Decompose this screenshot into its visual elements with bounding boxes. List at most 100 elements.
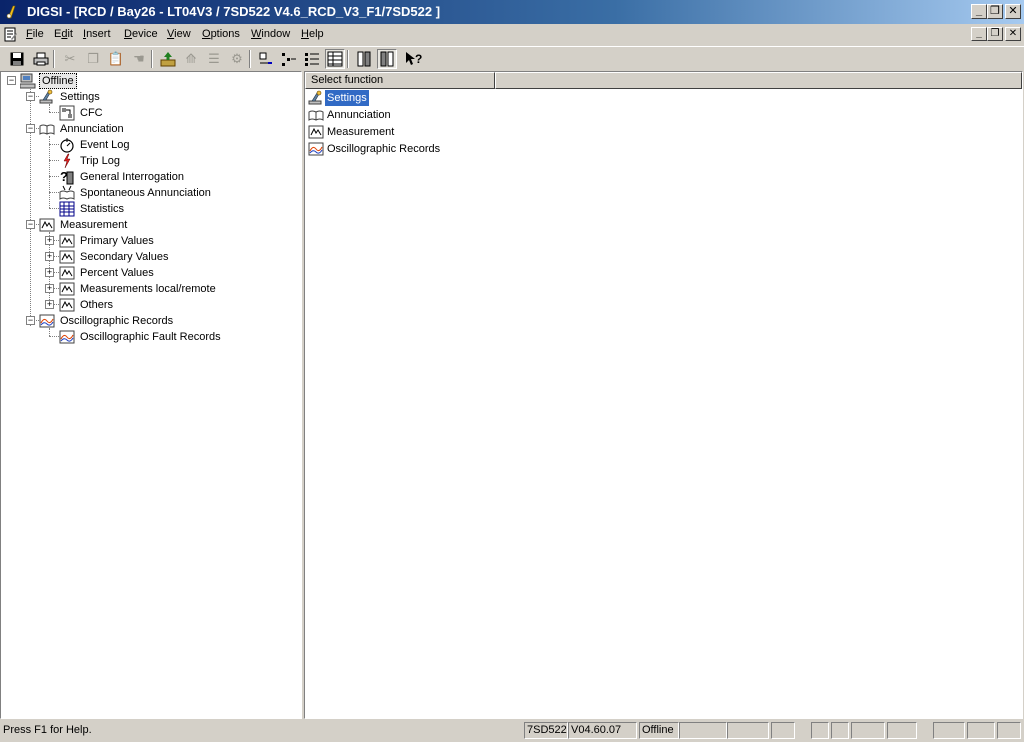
paste-icon[interactable]: 📋 bbox=[106, 49, 126, 69]
menu-file[interactable]: File bbox=[26, 28, 44, 40]
mdi-close-button[interactable]: ✕ bbox=[1005, 27, 1021, 41]
document-icon[interactable] bbox=[3, 27, 19, 43]
upload-icon[interactable] bbox=[158, 49, 178, 69]
settings-icon bbox=[39, 89, 53, 104]
measurement-icon bbox=[59, 298, 75, 312]
collapse-settings-toggle[interactable]: − bbox=[26, 92, 35, 101]
measurement-icon bbox=[59, 234, 75, 248]
tree-label: General Interrogation bbox=[80, 171, 184, 183]
menu-window[interactable]: Window bbox=[251, 28, 290, 40]
status-panel-empty bbox=[887, 722, 917, 739]
tree-label: Measurements local/remote bbox=[80, 283, 216, 295]
status-bar: Press F1 for Help. 7SD522 V04.60.07 Offl… bbox=[0, 720, 1024, 742]
column-header-select-function[interactable]: Select function bbox=[305, 72, 495, 89]
svg-text:?: ? bbox=[415, 52, 422, 66]
status-panel-empty bbox=[933, 722, 965, 739]
tree-label: Primary Values bbox=[80, 235, 154, 247]
status-panel-empty bbox=[997, 722, 1021, 739]
tools-icon[interactable]: ⚙ bbox=[227, 49, 247, 69]
list-item-label: Annunciation bbox=[327, 109, 391, 121]
column-header-empty[interactable] bbox=[495, 72, 1022, 89]
split-view-icon[interactable] bbox=[354, 49, 374, 69]
details-view-icon[interactable] bbox=[325, 49, 345, 69]
status-panel-empty bbox=[811, 722, 829, 739]
navigation-tree: − − − − − + + + + + Offline Settings CFC… bbox=[0, 71, 302, 719]
window-title: DIGSI - [RCD / Bay26 - LT04V3 / 7SD522 V… bbox=[27, 4, 441, 19]
export-icon[interactable]: ⟰ bbox=[181, 49, 201, 69]
status-help-text: Press F1 for Help. bbox=[3, 724, 92, 736]
help-icon[interactable]: ? bbox=[404, 49, 424, 69]
expand-secondary-values-toggle[interactable]: + bbox=[45, 252, 54, 261]
list-item-label: Oscillographic Records bbox=[327, 143, 441, 155]
expand-others-toggle[interactable]: + bbox=[45, 300, 54, 309]
large-icons-icon[interactable] bbox=[256, 49, 276, 69]
properties-icon[interactable]: ☚ bbox=[129, 49, 149, 69]
expand-measurements-local-remote-toggle[interactable]: + bbox=[45, 284, 54, 293]
expand-primary-values-toggle[interactable]: + bbox=[45, 236, 54, 245]
collapse-oscillographic-toggle[interactable]: − bbox=[26, 316, 35, 325]
print-icon[interactable] bbox=[31, 49, 51, 69]
tree-label: Measurement bbox=[60, 219, 128, 231]
oscillographic-icon bbox=[39, 314, 55, 328]
status-panel-empty bbox=[771, 722, 795, 739]
list-item-label: Measurement bbox=[327, 126, 395, 138]
split-toggle-icon[interactable] bbox=[377, 49, 397, 69]
tree-label: Statistics bbox=[80, 203, 125, 215]
computer-icon bbox=[20, 73, 36, 89]
measurement-icon bbox=[59, 266, 75, 280]
restore-button[interactable]: ❐ bbox=[987, 4, 1003, 19]
oscillographic-icon bbox=[308, 142, 324, 156]
digsi-icon bbox=[6, 5, 16, 19]
oscillographic-icon bbox=[59, 330, 75, 344]
tree-label: Secondary Values bbox=[80, 251, 169, 263]
tree-label: Others bbox=[80, 299, 114, 311]
trip-log-icon bbox=[63, 153, 71, 169]
tree-label: Event Log bbox=[80, 139, 130, 151]
tree-label: Oscillographic Records bbox=[60, 315, 174, 327]
collapse-annunciation-toggle[interactable]: − bbox=[26, 124, 35, 133]
menu-options[interactable]: Options bbox=[202, 28, 240, 40]
tree-label: Percent Values bbox=[80, 267, 154, 279]
collapse-measurement-toggle[interactable]: − bbox=[26, 220, 35, 229]
list-view-icon[interactable] bbox=[302, 49, 322, 69]
status-panel-empty bbox=[967, 722, 995, 739]
event-log-icon bbox=[60, 138, 74, 153]
mdi-restore-button[interactable]: ❐ bbox=[987, 27, 1003, 41]
tree-label: Trip Log bbox=[80, 155, 120, 167]
title-bar: DIGSI - [RCD / Bay26 - LT04V3 / 7SD522 V… bbox=[0, 0, 1024, 24]
tree-label: Settings bbox=[60, 91, 100, 103]
measurement-icon bbox=[39, 218, 55, 232]
function-list: Select function Settings Annunciation Me… bbox=[304, 71, 1023, 719]
measurement-icon bbox=[59, 282, 75, 296]
status-panel-empty bbox=[851, 722, 885, 739]
expand-percent-values-toggle[interactable]: + bbox=[45, 268, 54, 277]
close-button[interactable]: ✕ bbox=[1005, 4, 1021, 19]
copy-icon[interactable]: ❐ bbox=[83, 49, 103, 69]
menu-edit[interactable]: Edit bbox=[54, 28, 73, 40]
general-interrogation-icon: ? bbox=[60, 169, 74, 185]
small-icons-icon[interactable] bbox=[279, 49, 299, 69]
mdi-minimize-button[interactable]: _ bbox=[971, 27, 987, 41]
align-icon[interactable]: ☰ bbox=[204, 49, 224, 69]
spontaneous-annunciation-icon bbox=[59, 185, 75, 200]
list-item-label: Settings bbox=[325, 90, 369, 106]
measurement-icon bbox=[308, 125, 324, 139]
tree-label: Oscillographic Fault Records bbox=[80, 331, 221, 343]
menu-help[interactable]: Help bbox=[301, 28, 324, 40]
menu-device[interactable]: Device bbox=[124, 28, 158, 40]
annunciation-icon bbox=[308, 110, 324, 121]
status-panel-empty bbox=[679, 722, 727, 739]
menu-insert[interactable]: Insert bbox=[83, 28, 111, 40]
status-mode: Offline bbox=[639, 722, 679, 739]
menu-bar: File Edit Insert Device View Options Win… bbox=[0, 24, 1024, 46]
save-icon[interactable] bbox=[7, 49, 27, 69]
status-version: V04.60.07 bbox=[568, 722, 637, 739]
menu-view[interactable]: View bbox=[167, 28, 191, 40]
minimize-button[interactable]: _ bbox=[971, 4, 987, 19]
cfc-icon bbox=[59, 105, 75, 121]
collapse-offline-toggle[interactable]: − bbox=[7, 76, 16, 85]
status-device: 7SD522 bbox=[524, 722, 568, 739]
statistics-icon bbox=[59, 201, 75, 217]
cut-icon[interactable]: ✂ bbox=[60, 49, 80, 69]
status-panel-empty bbox=[831, 722, 849, 739]
